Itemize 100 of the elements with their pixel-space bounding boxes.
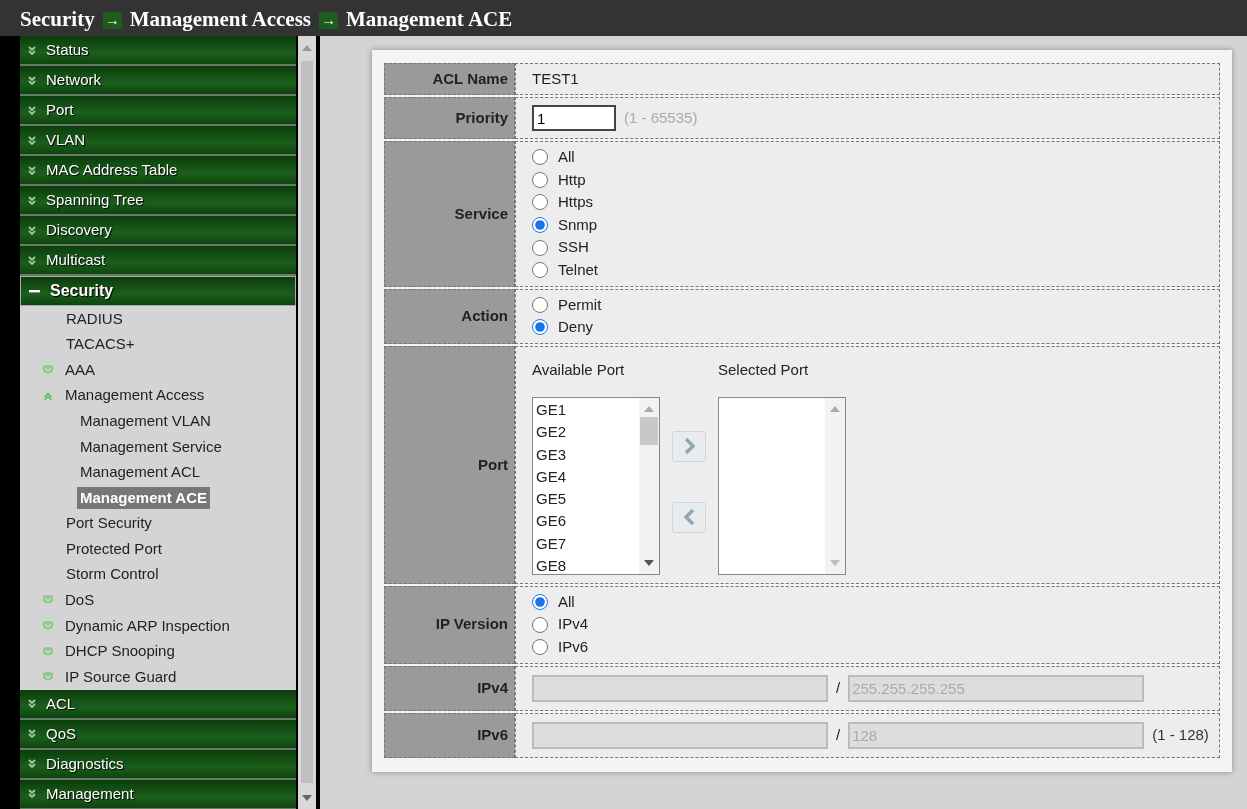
radio-button[interactable] bbox=[532, 171, 548, 188]
radio-label: Http bbox=[558, 169, 586, 190]
shield-chevron-icon bbox=[42, 645, 54, 658]
list-option[interactable]: GE6 bbox=[536, 510, 636, 533]
menu-item[interactable]: DoS bbox=[62, 589, 98, 612]
scrollbar-thumb[interactable] bbox=[640, 417, 658, 445]
menu-item[interactable]: Management ACL bbox=[77, 461, 204, 484]
menu-item[interactable]: Multicast bbox=[20, 246, 296, 276]
radio-button[interactable] bbox=[532, 319, 548, 336]
radio-button[interactable] bbox=[532, 296, 548, 313]
menu-item[interactable]: Management Access bbox=[62, 384, 208, 407]
double-chevron-down-icon bbox=[28, 105, 36, 115]
list-option[interactable]: GE1 bbox=[536, 399, 636, 422]
menu-item[interactable]: AAA bbox=[62, 358, 98, 382]
radio-label: Snmp bbox=[558, 214, 598, 235]
arrow-separator: → bbox=[319, 11, 339, 29]
radio-label: IPv6 bbox=[558, 637, 588, 657]
double-chevron-down-icon bbox=[28, 225, 36, 235]
scroll-up-icon bbox=[830, 406, 840, 412]
slash-separator: / bbox=[836, 724, 841, 745]
radio-button[interactable] bbox=[532, 194, 548, 211]
menu-item[interactable]: Network bbox=[20, 66, 296, 96]
radio-button[interactable] bbox=[532, 262, 548, 279]
menu-item[interactable]: Management ACE bbox=[77, 486, 210, 510]
field-label: IPv6 bbox=[384, 712, 515, 758]
priority-input[interactable]: 1 bbox=[532, 105, 616, 131]
minus-icon bbox=[29, 287, 40, 295]
double-chevron-down-icon bbox=[28, 135, 36, 145]
menu-item[interactable]: Storm Control bbox=[63, 563, 162, 586]
double-chevron-down-icon bbox=[28, 699, 36, 709]
list-option[interactable]: GE3 bbox=[536, 443, 636, 466]
radio-button[interactable] bbox=[532, 616, 548, 633]
menu-item[interactable]: Security bbox=[20, 276, 296, 306]
radio-label: Deny bbox=[558, 317, 594, 338]
list-option[interactable]: GE4 bbox=[536, 465, 636, 489]
breadcrumb-item: Management Access bbox=[129, 6, 312, 34]
menu-item[interactable]: IP Source Guard bbox=[62, 665, 180, 689]
menu-item[interactable]: QoS bbox=[20, 719, 296, 750]
menu-item[interactable]: Status bbox=[20, 36, 296, 66]
slash-separator: / bbox=[836, 677, 841, 698]
chevron-left-icon bbox=[683, 509, 695, 525]
field-label: ACL Name bbox=[384, 63, 515, 95]
field-label: IPv4 bbox=[384, 665, 515, 711]
menu-item[interactable]: Diagnostics bbox=[20, 749, 296, 780]
breadcrumb-item: Management ACE bbox=[346, 6, 513, 34]
radio-button[interactable] bbox=[532, 239, 548, 256]
list-option[interactable]: GE7 bbox=[536, 532, 636, 556]
add-button[interactable] bbox=[672, 430, 706, 462]
menu-item[interactable]: Protected Port bbox=[63, 537, 165, 561]
menu-item[interactable]: MAC Address Table bbox=[20, 156, 296, 186]
menu-item[interactable]: Port Security bbox=[63, 512, 155, 535]
menu-item[interactable]: Management Service bbox=[77, 435, 225, 458]
breadcrumb-item: Security bbox=[20, 6, 95, 34]
list-option[interactable]: GE8 bbox=[536, 555, 636, 578]
field-label: Service bbox=[384, 141, 515, 287]
radio-button[interactable] bbox=[532, 639, 548, 656]
range-hint: (1 - 65535) bbox=[624, 107, 698, 128]
menu-item[interactable]: VLAN bbox=[20, 126, 296, 156]
scrollbar[interactable] bbox=[298, 36, 316, 809]
radio-button[interactable] bbox=[532, 149, 548, 166]
menu-item[interactable]: RADIUS bbox=[63, 307, 126, 331]
double-chevron-down-icon bbox=[28, 729, 36, 739]
scroll-down-icon bbox=[830, 560, 840, 566]
selected-port-list[interactable] bbox=[718, 397, 846, 575]
menu-item[interactable]: Port bbox=[20, 96, 296, 126]
menu-item[interactable]: Management VLAN bbox=[77, 409, 214, 433]
double-chevron-down-icon bbox=[28, 165, 36, 175]
radio-label: IPv4 bbox=[558, 614, 588, 635]
menu-item[interactable]: Management bbox=[20, 779, 296, 809]
field-label: Action bbox=[384, 288, 515, 344]
list-title: Available Port bbox=[532, 359, 626, 380]
menu-item[interactable]: Discovery bbox=[20, 216, 296, 246]
field-value: TEST1 bbox=[532, 69, 579, 87]
double-chevron-down-icon bbox=[28, 75, 36, 85]
radio-label: All bbox=[558, 147, 575, 168]
radio-label: All bbox=[558, 591, 575, 612]
radio-label: SSH bbox=[558, 237, 589, 258]
scroll-down-icon[interactable] bbox=[302, 795, 312, 801]
shield-chevron-icon bbox=[42, 364, 54, 376]
remove-button[interactable] bbox=[672, 501, 706, 533]
radio-button[interactable] bbox=[532, 217, 548, 234]
double-chevron-down-icon bbox=[28, 255, 36, 265]
radio-button[interactable] bbox=[532, 594, 548, 611]
menu-item[interactable]: Spanning Tree bbox=[20, 186, 296, 216]
radio-label: Permit bbox=[558, 294, 602, 315]
chevron-right-icon bbox=[683, 438, 695, 454]
arrow-separator: → bbox=[102, 11, 122, 29]
menu-item[interactable]: TACACS+ bbox=[63, 333, 138, 356]
double-chevron-down-icon bbox=[28, 759, 36, 769]
menu-item[interactable]: DHCP Snooping bbox=[62, 640, 178, 663]
field-label: Priority bbox=[384, 97, 515, 139]
menu-item[interactable]: ACL bbox=[20, 689, 296, 720]
scroll-down-icon bbox=[644, 560, 654, 566]
scrollbar-thumb[interactable] bbox=[301, 61, 313, 783]
available-port-list[interactable]: GE1 GE2 GE3 GE4 GE5 GE6 GE7 GE8 bbox=[532, 397, 660, 575]
double-chevron-down-icon bbox=[28, 195, 36, 205]
list-title: Selected Port bbox=[718, 359, 810, 380]
list-option[interactable]: GE2 bbox=[536, 421, 636, 444]
list-option[interactable]: GE5 bbox=[536, 488, 636, 511]
menu-item[interactable]: Dynamic ARP Inspection bbox=[62, 614, 233, 638]
